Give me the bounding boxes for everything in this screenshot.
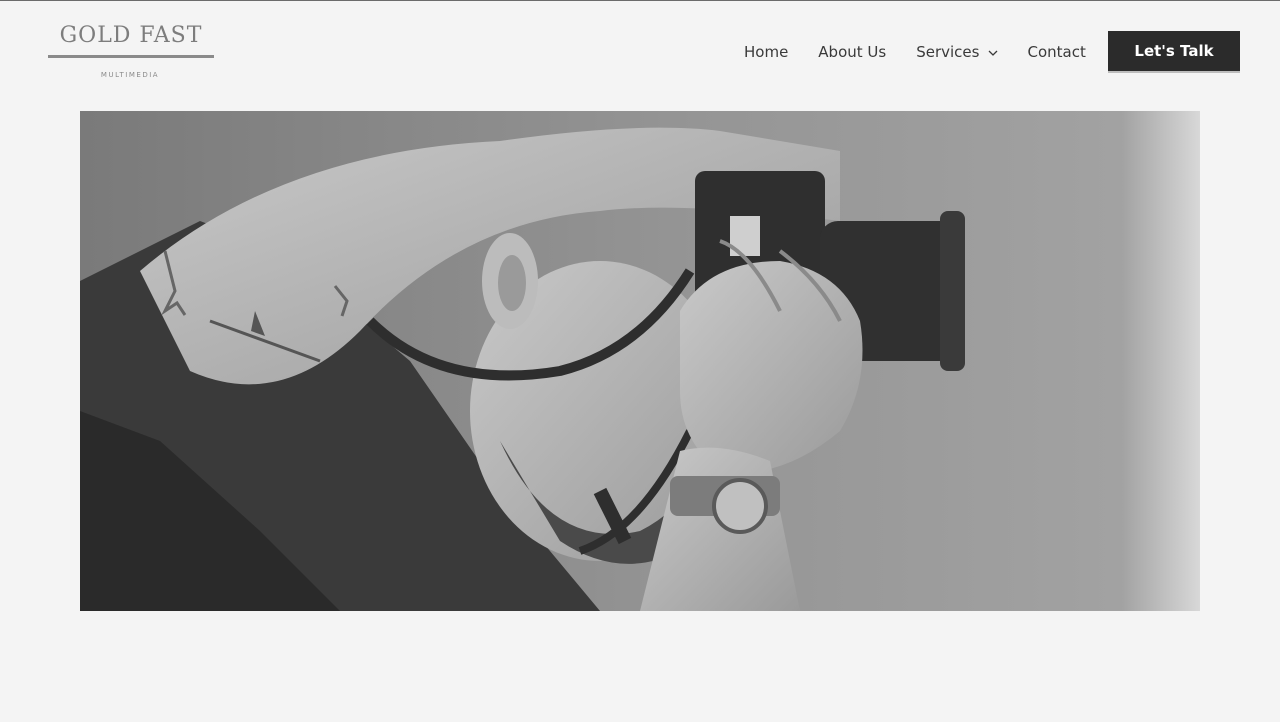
logo[interactable]: GOLD FAST MULTIMEDIA [46,22,216,82]
nav-services[interactable]: Services [916,43,999,61]
main-nav: Home About Us Services Contact [744,41,1086,63]
nav-home[interactable]: Home [744,43,788,61]
photographer-image [80,111,1200,611]
site-header: GOLD FAST MULTIMEDIA Home About Us Servi… [0,1,1280,101]
nav-contact[interactable]: Contact [1027,43,1085,61]
lets-talk-button[interactable]: Let's Talk [1108,31,1240,73]
nav-services-label: Services [916,43,980,61]
logo-title: GOLD FAST [59,23,203,48]
logo-subtitle: MULTIMEDIA [100,71,160,79]
nav-about-us[interactable]: About Us [818,43,886,61]
hero-image [80,111,1200,611]
chevron-down-icon [989,50,998,56]
logo-divider [48,55,214,58]
